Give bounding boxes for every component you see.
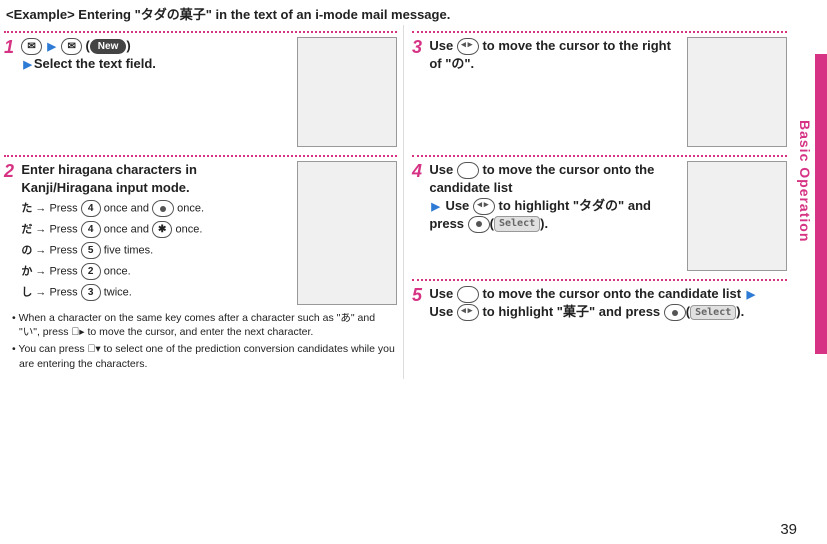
side-accent-bar (815, 54, 827, 354)
screenshot-thumbnail (297, 161, 397, 305)
input-line: だ → Press 4 once and ✱ once. (21, 221, 286, 238)
text: ). (736, 304, 744, 319)
page-number: 39 (780, 521, 797, 538)
text: Use (445, 198, 472, 213)
text: → Press (35, 203, 77, 215)
text: once. (104, 266, 131, 278)
mail-icon: ✉ (61, 38, 81, 55)
text: → Press (35, 224, 77, 236)
divider (4, 155, 397, 157)
text: ). (540, 216, 548, 231)
divider (412, 155, 787, 157)
dpad-down-icon (457, 286, 479, 303)
input-line: の → Press 5 five times. (21, 242, 286, 259)
jp-char: だ (21, 224, 32, 236)
note-item: When a character on the same key comes a… (12, 311, 397, 339)
chevron-right-icon: ▶ (47, 41, 55, 53)
note-item: You can press ⃝▾ to select one of the pr… (12, 342, 397, 370)
select-key: Select (690, 305, 736, 321)
divider (412, 279, 787, 281)
step-4-head: Use to move the cursor onto the candidat… (429, 161, 676, 233)
step-number: 1 (4, 37, 18, 58)
dpad-down-icon (457, 162, 479, 179)
step-1-head: ✉ ▶ ✉ (New) ▶Select the text field. (21, 37, 286, 73)
text: once and (104, 203, 152, 215)
step-number: 3 (412, 37, 426, 58)
chevron-right-icon: ▶ (23, 59, 31, 71)
step-2-notes: When a character on the same key comes a… (12, 311, 397, 371)
step-2: 2 Enter hiragana characters in Kanji/Hir… (4, 161, 397, 371)
example-header: <Example> Entering "タダの菓子" in the text o… (0, 0, 827, 25)
step-1-tail: Select the text field. (34, 56, 156, 71)
text: Use (429, 38, 456, 53)
step-2-head: Enter hiragana characters in Kanji/Hirag… (21, 161, 286, 196)
text: Use (429, 162, 456, 177)
text: once and (104, 224, 152, 236)
screenshot-thumbnail (687, 161, 787, 271)
input-line: か → Press 2 once. (21, 263, 286, 280)
dpad-center-icon (468, 216, 490, 233)
dpad-all-icon (457, 304, 479, 321)
key-4: 4 (81, 200, 101, 217)
text: → Press (35, 287, 77, 299)
jp-char: し (21, 287, 32, 299)
text: Use (429, 286, 456, 301)
input-line: し → Press 3 twice. (21, 284, 286, 301)
mail-icon: ✉ (21, 38, 41, 55)
dpad-center-icon (152, 200, 174, 217)
jp-char: の (21, 245, 32, 257)
step-5-head: Use to move the cursor onto the candidat… (429, 285, 784, 321)
step-5: 5 Use to move the cursor onto the candid… (412, 285, 787, 321)
chevron-right-icon: ▶ (747, 289, 755, 301)
text: once. (176, 224, 203, 236)
new-key: New (90, 39, 127, 55)
text: to highlight "菓子" and press (482, 304, 663, 319)
text: once. (177, 203, 204, 215)
select-key: Select (494, 216, 540, 232)
divider (4, 31, 397, 33)
step-4: 4 Use to move the cursor onto the candid… (412, 161, 787, 271)
jp-char: た (21, 203, 32, 215)
text: twice. (104, 287, 132, 299)
input-line: た → Press 4 once and once. (21, 200, 286, 217)
chevron-right-icon: ▶ (431, 201, 439, 213)
key-5: 5 (81, 242, 101, 259)
step-number: 2 (4, 161, 18, 182)
dpad-center-icon (664, 304, 686, 321)
text: to move the cursor onto the candidate li… (482, 286, 741, 301)
divider (412, 31, 787, 33)
step-number: 5 (412, 285, 426, 306)
step-3: 3 Use to move the cursor to the right of… (412, 37, 787, 147)
text: → Press (35, 266, 77, 278)
jp-char: か (21, 266, 32, 278)
screenshot-thumbnail (297, 37, 397, 147)
key-star: ✱ (152, 221, 172, 238)
dpad-all-icon (473, 198, 495, 215)
text: five times. (104, 245, 154, 257)
text: → Press (35, 245, 77, 257)
text: Use (429, 304, 456, 319)
key-4: 4 (81, 221, 101, 238)
dpad-horizontal-icon (457, 38, 479, 55)
key-3: 3 (81, 284, 101, 301)
screenshot-thumbnail (687, 37, 787, 147)
key-2: 2 (81, 263, 101, 280)
step-1: 1 ✉ ▶ ✉ (New) ▶Select the text field. (4, 37, 397, 147)
step-3-head: Use to move the cursor to the right of "… (429, 37, 676, 73)
step-number: 4 (412, 161, 426, 182)
side-label: Basic Operation (797, 120, 813, 242)
